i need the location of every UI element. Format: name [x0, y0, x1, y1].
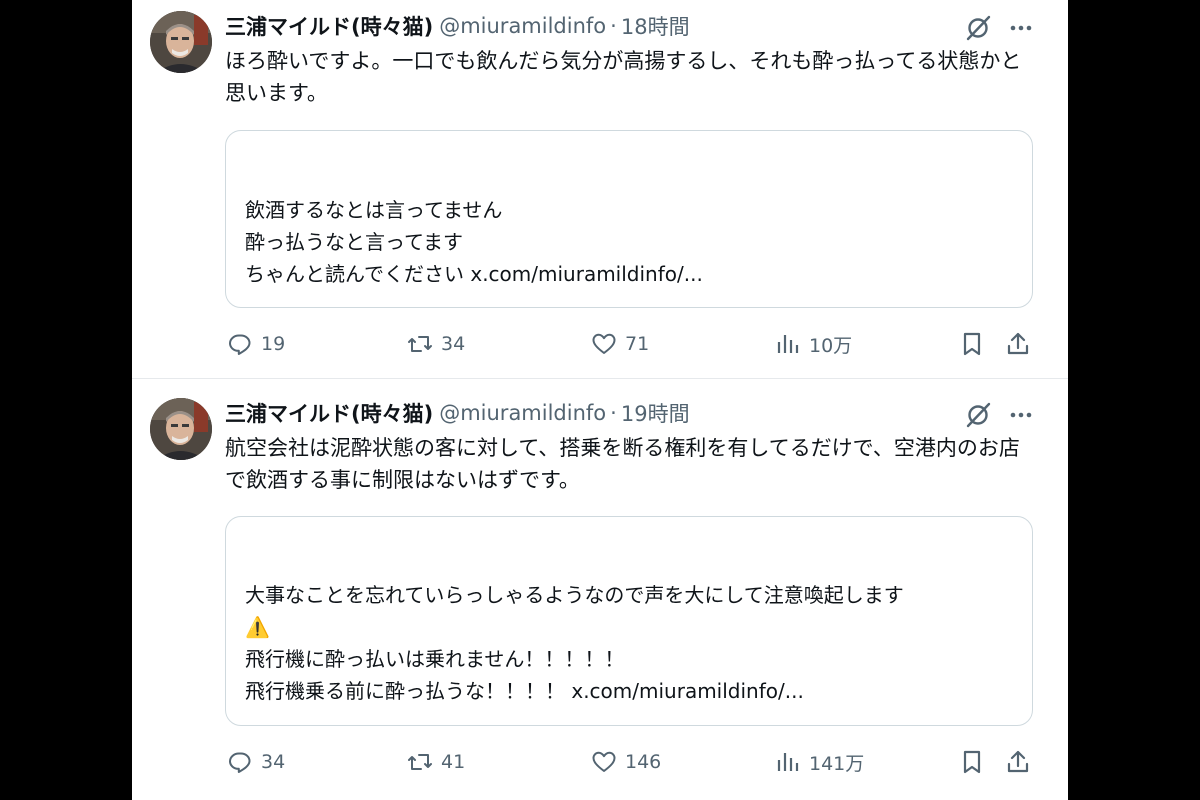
- tweet-text: 航空会社は泥酔状態の客に対して、搭乗を断る権利を有してるだけで、空港内のお店で飲…: [225, 436, 1020, 492]
- repost-icon: [408, 754, 432, 770]
- views-icon: [777, 335, 799, 353]
- warning-emoji: ⚠️: [245, 615, 270, 639]
- quote-line: 酔っ払うなと言ってます: [245, 230, 463, 254]
- timestamp[interactable]: 18時間: [621, 11, 690, 41]
- action-bar: 19 34 71 10万: [225, 327, 1035, 361]
- quoted-tweet[interactable]: 大事なことを忘れていらっしゃるようなので声を大にして注意喚起します ⚠️ 飛行機…: [225, 516, 1033, 726]
- quote-line: 飲酒するなとは言ってません: [245, 198, 503, 222]
- action-bar: 34 41 146 141万: [225, 745, 1035, 779]
- repost-button[interactable]: 34: [407, 327, 465, 361]
- views-icon: [777, 753, 799, 771]
- share-icon: [1007, 332, 1029, 355]
- like-count: 146: [625, 751, 662, 773]
- reply-icon: [229, 752, 251, 773]
- separator: ·: [610, 401, 617, 425]
- grok-icon[interactable]: [963, 13, 993, 43]
- repost-count: 34: [441, 333, 466, 355]
- repost-button[interactable]: 41: [407, 745, 465, 779]
- quoted-tweet[interactable]: 飲酒するなとは言ってません 酔っ払うなと言ってます ちゃんと読んでください x.…: [225, 130, 1033, 308]
- timeline: 三浦マイルド(時々猫) @miuramildinfo · 18時間 ほろ酔いです…: [132, 0, 1068, 800]
- reply-count: 34: [261, 751, 286, 773]
- separator: ·: [610, 14, 617, 38]
- bookmark-icon: [963, 332, 981, 356]
- tweet[interactable]: 三浦マイルド(時々猫) @miuramildinfo · 18時間 ほろ酔いです…: [132, 0, 1068, 379]
- views-count: 10万: [809, 334, 853, 357]
- tweet-text: ほろ酔いですよ。一口でも飲んだら気分が高揚するし、それも酔っ払ってる状態かと思い…: [225, 49, 1022, 105]
- bookmark-button[interactable]: [959, 327, 985, 361]
- repost-count: 41: [441, 751, 466, 773]
- tweet-header: 三浦マイルド(時々猫) @miuramildinfo · 19時間: [225, 398, 690, 428]
- bookmark-button[interactable]: [959, 745, 985, 779]
- quote-line: 飛行機乗る前に酔っ払うな！！！！ x.com/miuramildinfo/...: [245, 679, 804, 703]
- timestamp[interactable]: 19時間: [621, 398, 690, 428]
- bookmark-icon: [963, 750, 981, 774]
- reply-button[interactable]: 19: [227, 327, 285, 361]
- views-button[interactable]: 10万: [775, 327, 852, 361]
- quoted-tweet-text: 大事なことを忘れていらっしゃるようなので声を大にして注意喚起します ⚠️ 飛行機…: [245, 579, 904, 707]
- reply-icon: [229, 334, 251, 355]
- quote-line: 大事なことを忘れていらっしゃるようなので声を大にして注意喚起します: [245, 583, 904, 607]
- quote-line: 飛行機に酔っ払いは乗れません！！！！！: [245, 647, 625, 671]
- grok-icon[interactable]: [963, 400, 993, 430]
- repost-icon: [408, 336, 432, 352]
- heart-icon: [592, 751, 616, 772]
- quoted-tweet-text: 飲酒するなとは言ってません 酔っ払うなと言ってます ちゃんと読んでください x.…: [245, 194, 703, 290]
- tweet[interactable]: 三浦マイルド(時々猫) @miuramildinfo · 19時間 航空会社は泥…: [132, 385, 1068, 800]
- share-button[interactable]: [1005, 745, 1031, 779]
- heart-icon: [592, 333, 616, 354]
- like-button[interactable]: 71: [591, 327, 649, 361]
- more-icon[interactable]: [1006, 400, 1036, 430]
- like-count: 71: [625, 333, 650, 355]
- avatar[interactable]: [150, 11, 212, 73]
- author-handle[interactable]: @miuramildinfo: [439, 14, 606, 38]
- author-name[interactable]: 三浦マイルド(時々猫): [225, 11, 433, 41]
- like-button[interactable]: 146: [591, 745, 661, 779]
- views-button[interactable]: 141万: [775, 745, 864, 779]
- share-icon: [1007, 750, 1029, 773]
- avatar[interactable]: [150, 398, 212, 460]
- author-name[interactable]: 三浦マイルド(時々猫): [225, 398, 433, 428]
- author-handle[interactable]: @miuramildinfo: [439, 401, 606, 425]
- more-icon[interactable]: [1006, 13, 1036, 43]
- reply-button[interactable]: 34: [227, 745, 285, 779]
- tweet-header: 三浦マイルド(時々猫) @miuramildinfo · 18時間: [225, 11, 690, 41]
- reply-count: 19: [261, 333, 286, 355]
- quote-line: ちゃんと読んでください x.com/miuramildinfo/...: [245, 262, 703, 286]
- share-button[interactable]: [1005, 327, 1031, 361]
- views-count: 141万: [809, 752, 865, 775]
